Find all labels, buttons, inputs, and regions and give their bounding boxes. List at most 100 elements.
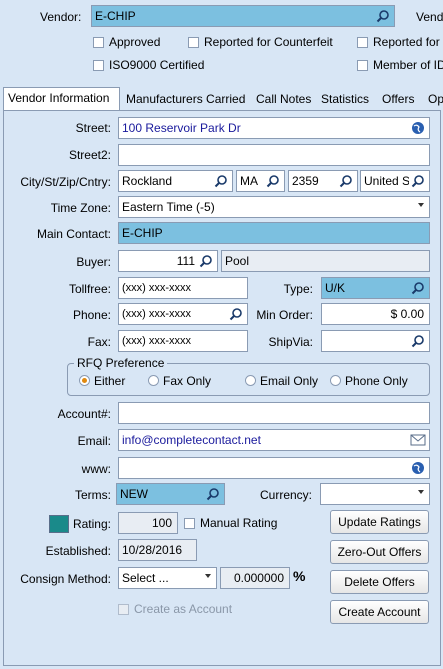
street-label: Street:	[75, 121, 111, 135]
consign-method-label: Consign Method:	[20, 572, 111, 586]
type-value: U/K	[325, 281, 346, 295]
update-ratings-button[interactable]: Update Ratings	[330, 510, 429, 534]
create-as-account-checkbox: Create as Account	[118, 602, 232, 616]
chevron-down-icon	[418, 203, 424, 207]
manual-rating-checkbox[interactable]: Manual Rating	[184, 516, 277, 530]
tab-manufacturers-carried[interactable]: Manufacturers Carried	[122, 89, 249, 111]
zero-out-offers-button[interactable]: Zero-Out Offers	[330, 540, 429, 564]
tab-vendor-information[interactable]: Vendor Information	[3, 87, 120, 111]
tab-offers[interactable]: Offers	[378, 89, 418, 111]
zip-input[interactable]: 2359	[288, 170, 358, 192]
zip-value: 2359	[292, 174, 319, 188]
buyer-id-value: 111	[176, 254, 195, 268]
fax-value: (xxx) xxx-xxxx	[122, 335, 192, 347]
reported-counterfeit-label: Reported for Counterfeit	[204, 35, 333, 49]
state-search-icon[interactable]	[264, 172, 282, 190]
tollfree-input[interactable]: (xxx) xxx-xxxx	[118, 277, 248, 299]
shipvia-search-icon[interactable]	[409, 332, 427, 350]
rfq-fax-radio[interactable]: Fax Only	[148, 374, 211, 388]
main-contact-input[interactable]: E-CHIP	[118, 222, 430, 244]
city-value: Rockland	[122, 174, 173, 188]
type-input[interactable]: U/K	[321, 277, 430, 299]
reported-m-checkbox[interactable]: Reported for M	[357, 35, 443, 49]
reported-m-label: Reported for M	[373, 35, 443, 49]
rfq-either-radio[interactable]: Either	[79, 374, 125, 388]
globe-icon[interactable]	[409, 119, 427, 137]
vendor-right-label: Vend	[416, 10, 443, 24]
rating-color-swatch[interactable]	[49, 515, 69, 533]
state-value: MA	[240, 174, 258, 188]
country-input[interactable]: United S	[360, 170, 430, 192]
approved-label: Approved	[109, 35, 161, 49]
buyer-label: Buyer:	[76, 255, 111, 269]
vendor-label: Vendor:	[40, 10, 82, 24]
email-label: Email:	[77, 434, 111, 448]
vendor-value: E-CHIP	[95, 9, 136, 23]
fax-label: Fax:	[87, 335, 111, 349]
established-label: Established:	[45, 544, 111, 558]
phone-input[interactable]: (xxx) xxx-xxxx	[118, 303, 248, 325]
min-order-label: Min Order:	[256, 308, 313, 322]
email-value: info@completecontact.net	[122, 433, 261, 447]
timezone-label: Time Zone:	[50, 201, 111, 215]
iso9000-checkbox[interactable]: ISO9000 Certified	[93, 58, 204, 72]
member-id-checkbox[interactable]: Member of ID	[357, 58, 443, 72]
vendor-input[interactable]: E-CHIP	[91, 5, 395, 27]
approved-checkbox[interactable]: Approved	[93, 35, 160, 49]
tollfree-label: Tollfree:	[68, 282, 111, 296]
buyer-search-icon[interactable]	[197, 252, 215, 270]
min-order-input[interactable]: $ 0.00	[321, 303, 430, 325]
country-value: United S	[364, 174, 411, 188]
terms-search-icon[interactable]	[204, 485, 222, 503]
member-id-label: Member of ID	[373, 58, 443, 72]
consign-percent-field[interactable]: 0.000000	[220, 567, 290, 589]
established-field: 10/28/2016	[118, 539, 197, 561]
buyer-name-value: Pool	[225, 254, 250, 268]
create-account-button[interactable]: Create Account	[330, 600, 429, 624]
rating-field: 100	[118, 512, 178, 534]
timezone-select[interactable]: Eastern Time (-5)	[118, 196, 430, 218]
www-globe-icon[interactable]	[409, 459, 427, 477]
street2-label: Street2:	[68, 148, 111, 162]
rfq-phone-radio[interactable]: Phone Only	[330, 374, 408, 388]
shipvia-input[interactable]	[321, 330, 430, 352]
country-search-icon[interactable]	[409, 172, 427, 190]
rfq-either-label: Either	[94, 374, 126, 388]
street-input[interactable]: 100 Reservoir Park Dr	[118, 117, 430, 139]
buyer-id-input[interactable]: 111	[118, 250, 218, 272]
tab-op[interactable]: Op	[424, 89, 443, 111]
account-input[interactable]	[118, 402, 430, 424]
zip-search-icon[interactable]	[337, 172, 355, 190]
established-value: 10/28/2016	[122, 543, 183, 557]
rfq-preference-title: RFQ Preference	[74, 356, 168, 370]
tab-statistics[interactable]: Statistics	[317, 89, 373, 111]
state-input[interactable]: MA	[236, 170, 285, 192]
delete-offers-button[interactable]: Delete Offers	[330, 570, 429, 594]
search-icon[interactable]	[374, 7, 392, 25]
consign-chevron-down-icon	[205, 574, 211, 578]
fax-input[interactable]: (xxx) xxx-xxxx	[118, 330, 248, 352]
rfq-email-label: Email Only	[260, 374, 319, 388]
city-input[interactable]: Rockland	[118, 170, 233, 192]
reported-counterfeit-checkbox[interactable]: Reported for Counterfeit	[188, 35, 333, 49]
terms-input[interactable]: NEW	[116, 483, 225, 505]
create-as-account-label: Create as Account	[134, 602, 233, 616]
timezone-value: Eastern Time (-5)	[122, 200, 215, 214]
terms-value: NEW	[120, 487, 148, 501]
main-contact-value: E-CHIP	[122, 226, 163, 240]
city-search-icon[interactable]	[212, 172, 230, 190]
tab-call-notes[interactable]: Call Notes	[252, 89, 315, 111]
phone-search-icon[interactable]	[227, 305, 245, 323]
currency-select[interactable]	[320, 483, 430, 505]
street2-input[interactable]	[118, 144, 430, 166]
phone-label: Phone:	[72, 308, 111, 322]
email-input[interactable]: info@completecontact.net	[118, 429, 430, 451]
rfq-email-radio[interactable]: Email Only	[245, 374, 318, 388]
street-value: 100 Reservoir Park Dr	[122, 121, 241, 135]
min-order-value: $ 0.00	[390, 307, 424, 321]
envelope-icon[interactable]	[409, 431, 427, 449]
type-search-icon[interactable]	[409, 279, 427, 297]
consign-method-select[interactable]: Select ...	[118, 567, 217, 589]
www-input[interactable]	[118, 457, 430, 479]
currency-label: Currency:	[259, 488, 312, 502]
